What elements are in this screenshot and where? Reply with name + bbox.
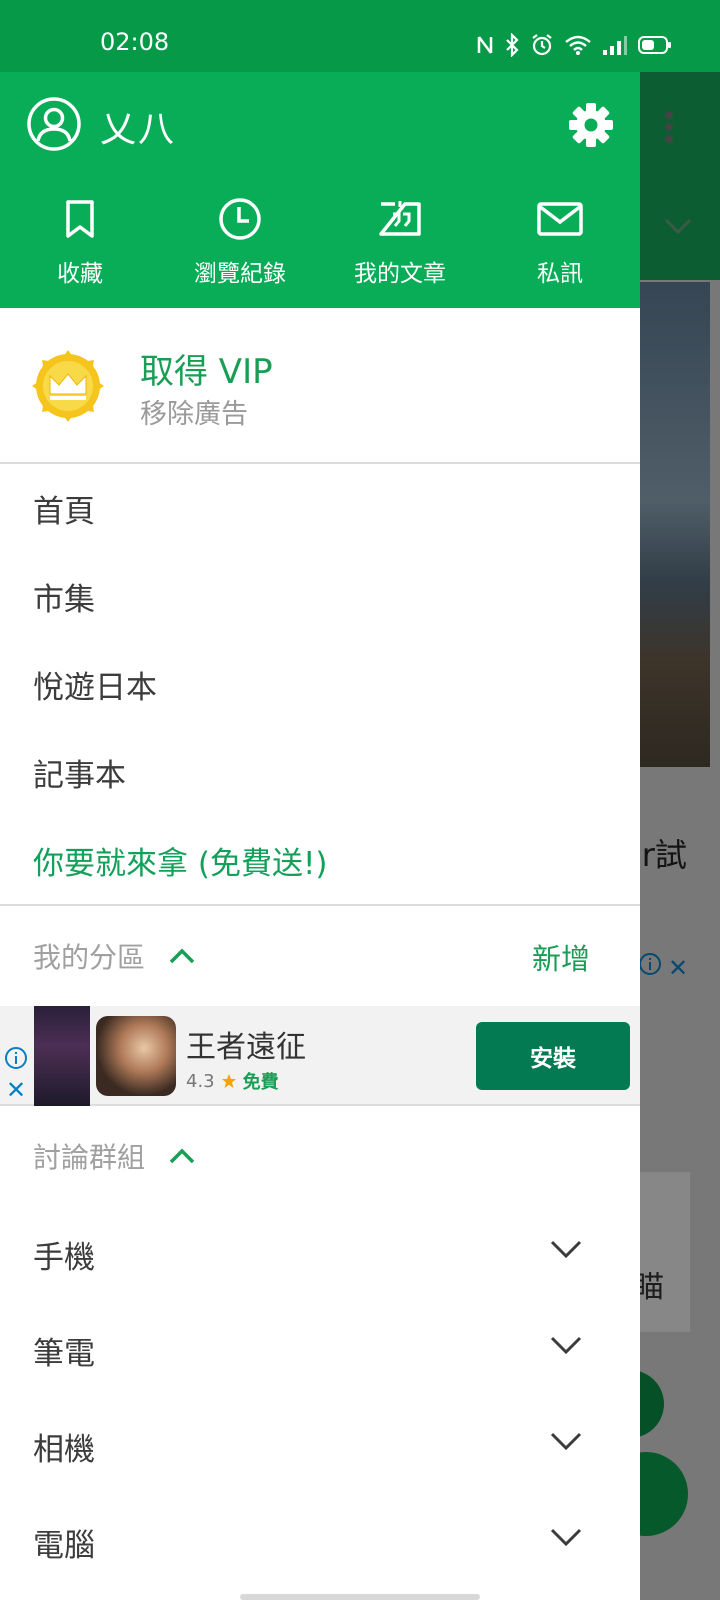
menu-item-market[interactable]: 市集: [0, 552, 640, 640]
group-item-label: 筆電: [33, 1335, 95, 1372]
chevron-down-icon[interactable]: [550, 1431, 582, 1451]
shortcut-label: 瀏覽紀錄: [194, 261, 286, 287]
user-avatar-icon[interactable]: [26, 96, 82, 152]
shortcut-bookmarks[interactable]: 收藏: [0, 194, 160, 294]
article-icon: [379, 201, 421, 236]
vip-subtitle: 移除廣告: [140, 399, 248, 430]
mail-icon: [537, 202, 583, 236]
chevron-up-icon: [169, 1148, 195, 1164]
nfc-icon: [477, 36, 493, 54]
chevron-up-icon: [169, 948, 195, 964]
background-chevron-down-icon: [664, 218, 692, 235]
group-item-camera[interactable]: 相機: [0, 1398, 640, 1494]
shortcut-history[interactable]: 瀏覽紀錄: [160, 194, 320, 294]
user-name[interactable]: 乂八: [100, 100, 176, 152]
chevron-down-icon[interactable]: [550, 1239, 582, 1259]
vip-promo[interactable]: 取得 VIP 移除廣告: [0, 308, 640, 464]
ad-price: 免費: [242, 1072, 279, 1093]
status-time: 02:08: [100, 28, 170, 56]
my-sections-title: 我的分區: [33, 941, 146, 974]
drawer-header: 乂八 收藏 瀏覽紀錄 我的文章 私訊: [0, 72, 640, 308]
discussion-groups-title: 討論群組: [33, 1141, 146, 1174]
clock-icon: [219, 198, 261, 240]
signal-icon: [603, 36, 627, 55]
ad-close-icon[interactable]: ✕: [6, 1076, 26, 1104]
group-item-computer[interactable]: 電腦: [0, 1494, 640, 1590]
shortcut-my-articles[interactable]: 我的文章: [320, 194, 480, 294]
status-icons: [476, 30, 672, 60]
discussion-groups-header[interactable]: 討論群組: [0, 1106, 640, 1206]
add-section-button[interactable]: 新增: [532, 936, 590, 978]
star-icon: [221, 1074, 236, 1088]
ad-meta: 4.3 免費: [186, 1068, 279, 1094]
ad-banner-image: [34, 1006, 90, 1106]
menu-item-free-giveaway[interactable]: 你要就來拿 (免費送!): [0, 816, 640, 904]
vip-title: 取得 VIP: [140, 352, 273, 392]
ad-banner[interactable]: ✕ 王者遠征 4.3 免費 安裝: [0, 1006, 640, 1106]
home-indicator[interactable]: [240, 1594, 480, 1600]
alarm-icon: [532, 34, 552, 56]
group-item-label: 電腦: [33, 1527, 95, 1564]
ad-info-icon[interactable]: [4, 1046, 28, 1070]
my-sections-header[interactable]: 我的分區 新增: [0, 906, 640, 1006]
menu-item-japan-travel[interactable]: 悅遊日本: [0, 640, 640, 728]
settings-gear-icon[interactable]: [568, 102, 614, 148]
group-item-label: 相機: [33, 1431, 95, 1468]
group-item-label: 手機: [33, 1239, 95, 1276]
group-item-phone[interactable]: 手機: [0, 1206, 640, 1302]
ad-app-icon: [96, 1016, 176, 1096]
ad-install-button[interactable]: 安裝: [476, 1022, 630, 1090]
ad-app-name: 王者遠征: [186, 1030, 306, 1065]
main-menu: 首頁 市集 悅遊日本 記事本 你要就來拿 (免費送!): [0, 464, 640, 904]
more-vert-icon: [665, 111, 673, 143]
wifi-icon: [565, 35, 591, 55]
shortcut-bar: 收藏 瀏覽紀錄 我的文章 私訊: [0, 194, 640, 294]
navigation-drawer: 乂八 收藏 瀏覽紀錄 我的文章 私訊 取得 VIP 移除廣告 首頁 市集 悅遊日…: [0, 72, 640, 1600]
shortcut-label: 我的文章: [354, 261, 446, 287]
menu-item-notebook[interactable]: 記事本: [0, 728, 640, 816]
chevron-down-icon[interactable]: [550, 1527, 582, 1547]
group-item-laptop[interactable]: 筆電: [0, 1302, 640, 1398]
shortcut-messages[interactable]: 私訊: [480, 194, 640, 294]
status-bar: 02:08: [0, 0, 720, 72]
shortcut-label: 私訊: [537, 261, 583, 287]
vip-crown-badge-icon: [32, 350, 104, 422]
bookmark-icon: [66, 200, 94, 238]
bluetooth-icon: [506, 33, 519, 57]
ad-rating: 4.3: [186, 1070, 215, 1092]
menu-item-home[interactable]: 首頁: [0, 464, 640, 552]
battery-icon: [638, 36, 671, 54]
shortcut-label: 收藏: [57, 261, 103, 287]
chevron-down-icon[interactable]: [550, 1335, 582, 1355]
